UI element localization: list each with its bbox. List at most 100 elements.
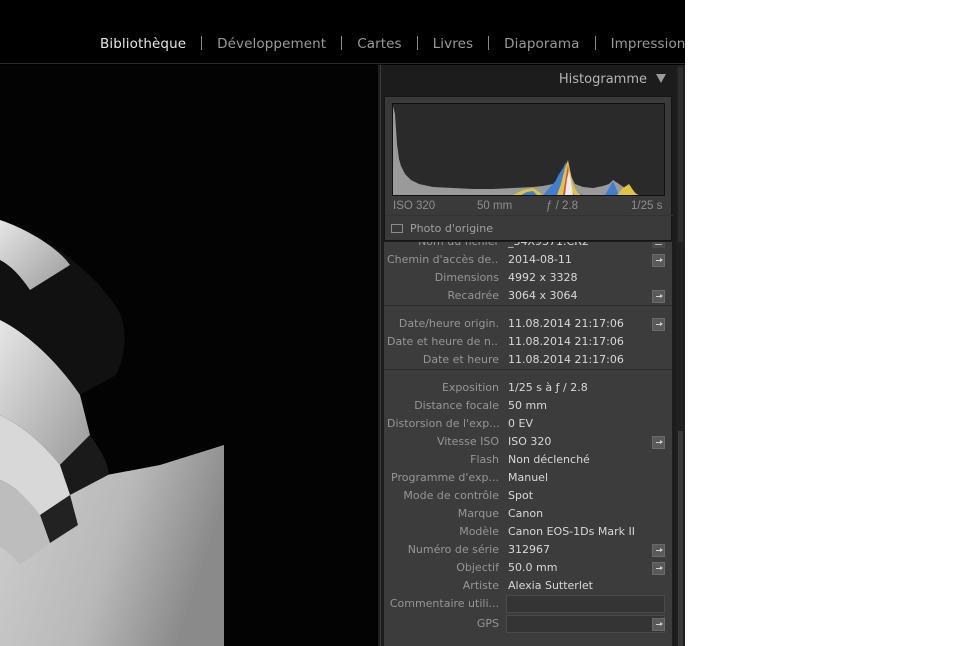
shutter-speed-readout: 1/25 s (631, 200, 663, 212)
metadata-row: Dimensions 4992 x 3328 (384, 269, 672, 287)
metadata-value[interactable]: 312967 (508, 541, 550, 559)
histogram-header[interactable]: Histogramme (381, 65, 677, 93)
metadata-row: Exposition 1/25 s à ƒ / 2.8 (384, 379, 672, 397)
metadata-label: Dimensions (434, 271, 499, 284)
metadata-row: Distance focale 50 mm (384, 397, 672, 415)
metadata-row: Vitesse ISO ISO 320 (384, 433, 672, 451)
metadata-label: Objectif (456, 561, 499, 574)
metadata-value[interactable]: 11.08.2014 21:17:06 (508, 315, 624, 333)
metadata-label: Vitesse ISO (436, 435, 499, 448)
module-picker: Bibliothèque Développement Cartes Livres Dia… (0, 0, 685, 64)
metadata-label: Date et heure de n... (387, 335, 499, 348)
original-photo-label: Photo d'origine (410, 222, 493, 235)
metadata-value[interactable]: Canon EOS-1Ds Mark II (508, 523, 635, 541)
metadata-label: Flash (470, 453, 499, 466)
metadata-row: Artiste Alexia Sutterlet (384, 577, 672, 595)
metadata-row: Modèle Canon EOS-1Ds Mark II (384, 523, 672, 541)
metadata-row: GPS (384, 615, 672, 633)
metadata-row: Numéro de série 312967 (384, 541, 672, 559)
metadata-value[interactable]: 11.08.2014 21:17:06 (508, 333, 624, 351)
metadata-label: Programme d'exp... (391, 471, 499, 484)
metadata-value[interactable]: Alexia Sutterlet (508, 577, 593, 595)
metadata-label: Modèle (459, 525, 499, 538)
photo-preview[interactable] (0, 65, 378, 646)
metadata-label: Artiste (462, 579, 499, 592)
metadata-label: Exposition (441, 381, 499, 394)
metadata-label: Date/heure origin. (398, 317, 499, 330)
metadata-value[interactable]: Spot (508, 487, 533, 505)
metadata-label: Distorsion de l'exp... (387, 417, 499, 430)
metadata-value[interactable]: Non déclenché (508, 451, 590, 469)
metadata-row: Marque Canon (384, 505, 672, 523)
panel-scrollbar-upper[interactable] (678, 67, 683, 242)
metadata-label: Date et heure (422, 353, 499, 366)
module-separator (594, 36, 596, 50)
metadata-row: Date et heure de n... 11.08.2014 21:17:06 (384, 333, 672, 351)
aperture-readout: ƒ / 2.8 (546, 200, 578, 212)
metadata-divider (384, 305, 672, 306)
module-tab-1[interactable]: Développement (217, 36, 326, 52)
arrow-right-icon[interactable] (652, 318, 665, 331)
arrow-right-icon[interactable] (652, 290, 665, 303)
arrow-right-icon[interactable] (652, 544, 665, 557)
metadata-row: Date et heure 11.08.2014 21:17:06 (384, 351, 672, 369)
arrow-right-icon[interactable] (652, 436, 665, 449)
metadata-input-field[interactable] (506, 595, 665, 613)
original-photo-checkbox[interactable] (391, 224, 403, 233)
module-tab-0[interactable]: Bibliothèque (100, 36, 186, 52)
metadata-label: Commentaire utili... (389, 597, 499, 610)
metadata-value[interactable]: 0 EV (508, 415, 533, 433)
histogram-title: Histogramme (558, 72, 647, 87)
metadata-label: Chemin d'accès de... (387, 253, 499, 266)
metadata-row: Mode de contrôle Spot (384, 487, 672, 505)
focal-length-readout: 50 mm (477, 200, 513, 212)
metadata-row: Distorsion de l'exp... 0 EV (384, 415, 672, 433)
metadata-row: Objectif 50.0 mm (384, 559, 672, 577)
module-tab-3[interactable]: Livres (433, 36, 473, 52)
panel-content: Histogramme ISO 320 50 mm ƒ / 2.8 1/25 s… (380, 65, 676, 646)
module-tab-5[interactable]: Impression (611, 36, 685, 52)
metadata-label: Marque (457, 507, 499, 520)
module-separator (201, 36, 203, 50)
module-separator (341, 36, 343, 50)
metadata-value[interactable]: 50.0 mm (508, 559, 557, 577)
collapse-triangle-icon[interactable] (656, 74, 666, 83)
list-icon[interactable] (652, 242, 665, 248)
metadata-row-filename: Nom du fichier _34X9371.CR2 (384, 242, 672, 251)
metadata-row: Recadrée 3064 x 3064 (384, 287, 672, 305)
iso-readout: ISO 320 (393, 200, 436, 212)
metadata-divider (384, 369, 672, 370)
metadata-value[interactable]: 1/25 s à ƒ / 2.8 (508, 379, 588, 397)
panel-scrollbar-lower[interactable] (678, 431, 683, 646)
metadata-value[interactable]: 11.08.2014 21:17:06 (508, 351, 624, 369)
arrow-right-icon[interactable] (652, 562, 665, 575)
metadata-value[interactable]: Canon (508, 505, 543, 523)
module-list: Bibliothèque Développement Cartes Livres Dia… (100, 33, 685, 52)
metadata-value[interactable]: Manuel (508, 469, 548, 487)
module-tab-2[interactable]: Cartes (357, 36, 401, 52)
histogram-graph[interactable] (392, 103, 665, 196)
metadata-input-field[interactable] (506, 615, 665, 633)
metadata-value[interactable]: 2014-08-11 (508, 251, 572, 269)
metadata-value[interactable]: 50 mm (508, 397, 547, 415)
right-panel: Histogramme ISO 320 50 mm ƒ / 2.8 1/25 s… (378, 65, 685, 646)
metadata-label: GPS (476, 617, 499, 630)
metadata-value[interactable]: ISO 320 (508, 433, 551, 451)
module-separator (416, 36, 418, 50)
metadata-label: Numéro de série (407, 543, 499, 556)
metadata-row: Chemin d'accès de... 2014-08-11 (384, 251, 672, 269)
metadata-label: Mode de contrôle (403, 489, 499, 502)
metadata-panel: Nom du fichier _34X9371.CR2 Chemin d'acc… (384, 242, 672, 646)
metadata-label: Nom du fichier (418, 242, 499, 251)
lightroom-window: Bibliothèque Développement Cartes Livres Dia… (0, 0, 685, 646)
metadata-value[interactable]: _34X9371.CR2 (508, 242, 589, 251)
arrow-right-icon[interactable] (652, 618, 665, 631)
metadata-label: Distance focale (414, 399, 499, 412)
metadata-row: Date/heure origin. 11.08.2014 21:17:06 (384, 315, 672, 333)
metadata-value[interactable]: 4992 x 3328 (508, 269, 578, 287)
module-tab-4[interactable]: Diaporama (504, 36, 579, 52)
metadata-value[interactable]: 3064 x 3064 (508, 287, 578, 305)
module-separator (488, 36, 490, 50)
histogram-camera-info: ISO 320 50 mm ƒ / 2.8 1/25 s (385, 198, 673, 216)
arrow-right-icon[interactable] (652, 254, 665, 267)
